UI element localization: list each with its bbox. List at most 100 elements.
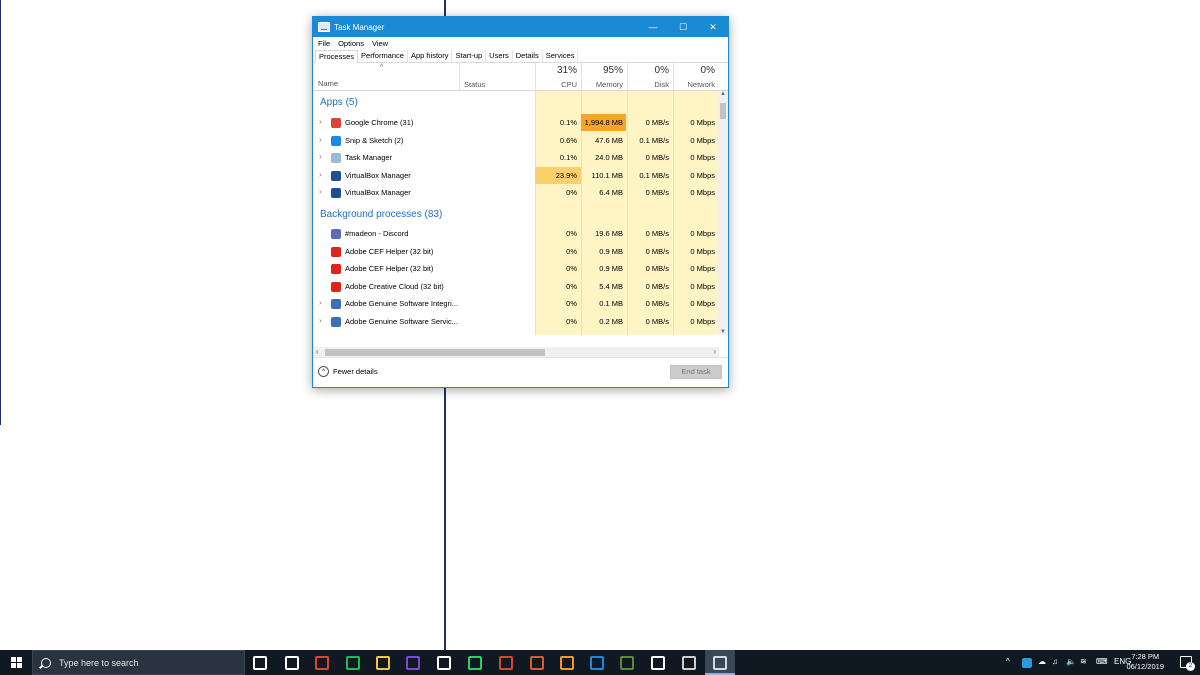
keyboard-icon[interactable]: ⌨ <box>1096 657 1108 666</box>
minecraft-icon[interactable] <box>620 656 634 670</box>
process-row[interactable]: Adobe CEF Helper (32 bit) 0% 0.9 MB 0 MB/s 0… <box>313 260 719 277</box>
tab-details[interactable]: Details <box>513 50 543 63</box>
tools-icon[interactable] <box>682 656 696 670</box>
app-tray-icon[interactable] <box>1022 658 1032 668</box>
process-disk: 0 MB/s <box>645 153 669 162</box>
process-row[interactable]: › Task Manager 0.1% 24.0 MB 0 MB/s 0 Mbps <box>313 149 719 166</box>
windows-icon <box>10 657 22 668</box>
process-network: 0 Mbps <box>690 281 715 291</box>
tab-bar: Processes Performance App history Start-… <box>313 50 728 63</box>
chrome-canary-icon[interactable] <box>499 656 513 670</box>
menu-view[interactable]: View <box>372 39 388 48</box>
process-name: Adobe CEF Helper (32 bit) <box>345 246 434 256</box>
column-name[interactable]: Name <box>318 79 338 88</box>
column-cpu[interactable]: 31% CPU <box>535 63 581 91</box>
spotify-icon[interactable] <box>346 656 360 670</box>
tab-users[interactable]: Users <box>486 50 513 63</box>
process-network: 0 Mbps <box>690 229 715 238</box>
scroll-left-icon[interactable]: ‹ <box>316 347 319 356</box>
disk-percent: 0% <box>654 65 669 76</box>
process-icon <box>331 153 341 163</box>
volume-icon[interactable]: 🔈 <box>1066 657 1076 666</box>
process-disk: 0 MB/s <box>645 281 669 291</box>
scroll-right-icon[interactable]: › <box>713 347 716 356</box>
close-button[interactable]: ✕ <box>698 17 728 37</box>
process-name: Google Chrome (31) <box>345 118 414 127</box>
process-name: VirtualBox Manager <box>345 170 411 180</box>
process-cpu: 0% <box>566 281 577 291</box>
expand-chevron-icon[interactable]: › <box>319 298 322 307</box>
snip-sketch-icon[interactable] <box>590 656 604 670</box>
affinity-icon[interactable] <box>406 656 420 670</box>
scroll-up-icon[interactable]: ▲ <box>720 91 726 97</box>
calendar-icon[interactable] <box>285 656 299 670</box>
process-row[interactable]: › Adobe Genuine Software Servic... 0% 0.2 M… <box>313 313 719 330</box>
column-disk[interactable]: 0% Disk <box>627 63 673 91</box>
virtualbox-icon[interactable] <box>651 656 665 670</box>
clock[interactable]: 7:28 PM 06/12/2019 <box>1126 652 1164 672</box>
tab-performance[interactable]: Performance <box>358 50 408 63</box>
process-row[interactable]: › Adobe Genuine Software Integri... 0% 0.1 … <box>313 295 719 312</box>
vertical-scrollbar[interactable]: ▲ ▼ <box>718 91 728 335</box>
file-explorer-icon[interactable] <box>376 656 390 670</box>
title-bar[interactable]: Task Manager — ☐ ✕ <box>313 17 728 37</box>
process-network: 0 Mbps <box>690 188 715 197</box>
process-network: 0 Mbps <box>690 264 715 273</box>
start-button[interactable] <box>0 650 32 675</box>
process-name: VirtualBox Manager <box>345 188 411 197</box>
wifi-icon[interactable]: ≋ <box>1080 657 1087 666</box>
photos-icon[interactable] <box>437 656 451 670</box>
end-task-button[interactable]: End task <box>670 365 722 379</box>
maximize-button[interactable]: ☐ <box>668 17 698 37</box>
tab-services[interactable]: Services <box>543 50 579 63</box>
expand-chevron-icon[interactable]: › <box>319 170 322 179</box>
process-row[interactable]: › VirtualBox Manager 0% 6.4 MB 0 MB/s 0 Mbps <box>313 184 719 201</box>
process-row[interactable]: › VirtualBox Manager 23.9% 110.1 MB 0.1 MB/s… <box>313 166 719 184</box>
column-network[interactable]: 0% Network <box>673 63 719 91</box>
task-manager-window[interactable]: Task Manager — ☐ ✕ File Options View Pro… <box>312 16 729 388</box>
process-row[interactable]: Adobe Creative Cloud (32 bit) 0% 5.4 MB 0 M… <box>313 278 719 295</box>
column-memory[interactable]: 95% Memory <box>581 63 627 91</box>
task-view-icon[interactable] <box>253 656 267 670</box>
process-cpu: 0% <box>566 188 577 197</box>
search-box[interactable]: Type here to search <box>32 650 245 675</box>
process-row[interactable]: #madeon - Discord 0% 19.6 MB 0 MB/s 0 Mbps <box>313 225 719 242</box>
minimize-button[interactable]: — <box>638 17 668 37</box>
notification-icon[interactable]: 2 <box>1180 656 1195 671</box>
process-list[interactable]: Apps (5) › Google Chrome (31) 0.1% 1,994.8 … <box>313 91 728 335</box>
process-row[interactable]: › Google Chrome (31) 0.1% 1,994.8 MB 0 MB/s 0… <box>313 114 719 131</box>
process-row[interactable]: › Snip & Sketch (2) 0.6% 47.6 MB 0.1 MB/s 0 M… <box>313 132 719 149</box>
expand-chevron-icon[interactable]: › <box>319 152 322 161</box>
expand-chevron-icon[interactable]: › <box>319 316 322 325</box>
process-row[interactable]: Adobe CEF Helper (32 bit) 0% 0.9 MB 0 MB/s 0… <box>313 243 719 260</box>
hscroll-thumb[interactable] <box>325 349 545 356</box>
app-icon[interactable] <box>530 656 544 670</box>
process-name: Adobe Genuine Software Servic... <box>345 316 458 326</box>
horizontal-scrollbar[interactable]: ‹ › <box>313 347 719 357</box>
menu-options[interactable]: Options <box>338 39 364 48</box>
tab-start-up[interactable]: Start-up <box>452 50 487 63</box>
scroll-thumb[interactable] <box>720 103 726 119</box>
group-apps[interactable]: Apps (5) <box>320 97 358 108</box>
fl-studio-icon[interactable] <box>560 656 574 670</box>
expand-chevron-icon[interactable]: › <box>319 187 322 196</box>
group-background[interactable]: Background processes (83) <box>320 209 442 220</box>
column-status[interactable]: Status <box>459 63 534 91</box>
expand-chevron-icon[interactable]: › <box>319 117 322 126</box>
cloud-icon[interactable]: ☁ <box>1038 657 1046 666</box>
process-memory: 0.2 MB <box>599 316 623 326</box>
fewer-details-button[interactable]: ^ Fewer details <box>318 366 378 377</box>
task-manager-icon[interactable] <box>713 656 727 670</box>
chevron-up-icon[interactable]: ^ <box>1006 657 1010 666</box>
table-header: ^ Name Status 31% CPU 95% Memory 0% Disk… <box>313 63 728 91</box>
expand-chevron-icon[interactable]: › <box>319 135 322 144</box>
whatsapp-icon[interactable] <box>468 656 482 670</box>
chrome-icon[interactable] <box>315 656 329 670</box>
tab-processes[interactable]: Processes <box>315 50 359 63</box>
tab-app-history[interactable]: App history <box>408 50 453 63</box>
process-disk: 0 MB/s <box>645 118 669 127</box>
scroll-down-icon[interactable]: ▼ <box>720 329 726 335</box>
menu-file[interactable]: File <box>318 39 330 48</box>
process-memory: 110.1 MB <box>591 170 623 180</box>
headset-icon[interactable]: ♫ <box>1052 657 1058 666</box>
